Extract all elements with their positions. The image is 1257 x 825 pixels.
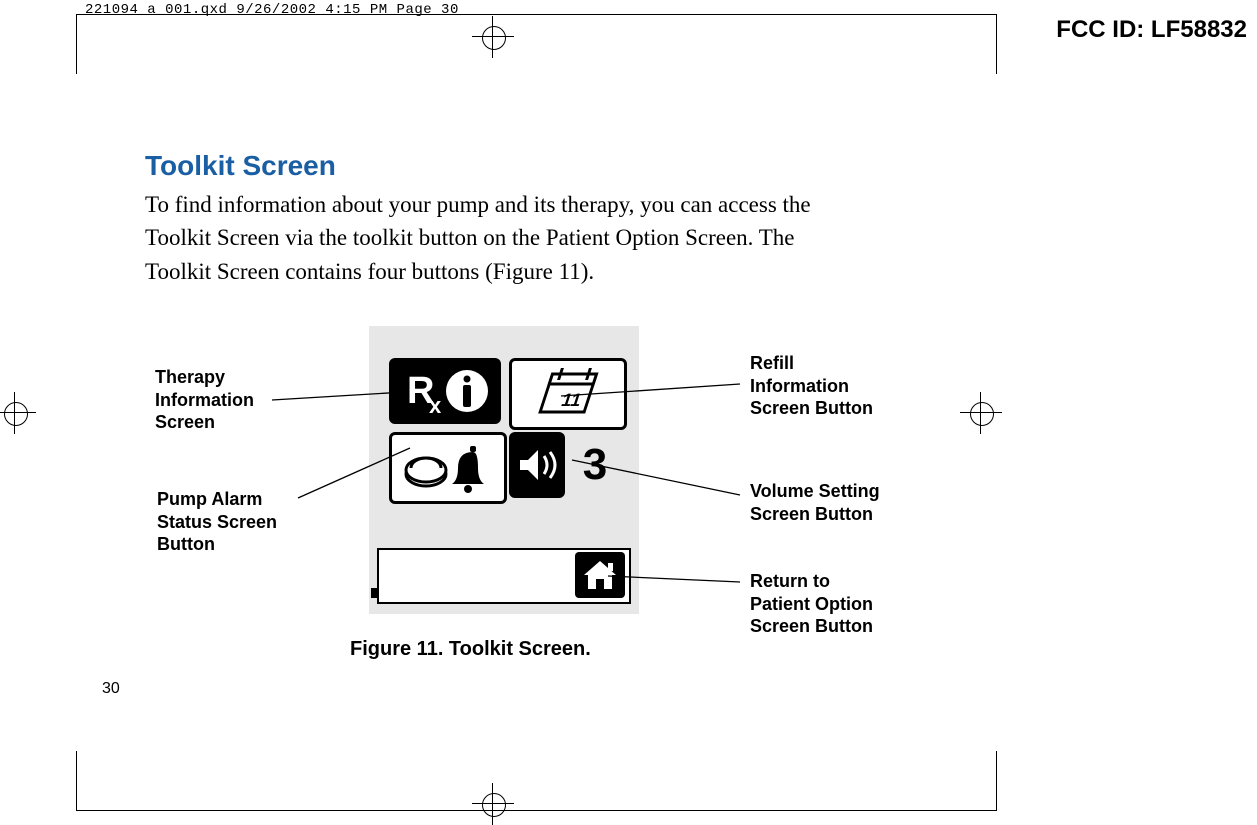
callout-lines xyxy=(0,0,1257,825)
figure-caption: Figure 11. Toolkit Screen. xyxy=(350,638,591,661)
page-root: 221094_a_001.qxd 9/26/2002 4:15 PM Page … xyxy=(0,0,1257,825)
page-number: 30 xyxy=(102,680,120,698)
